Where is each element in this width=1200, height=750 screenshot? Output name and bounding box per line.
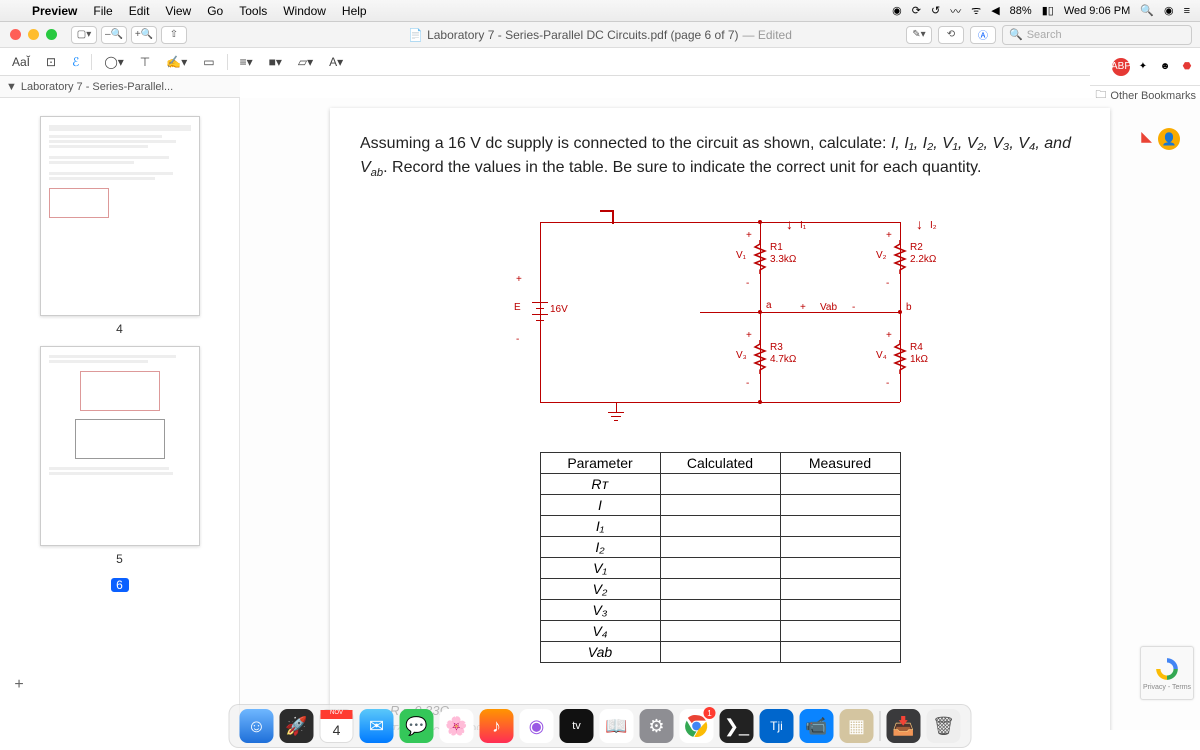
macos-dock: ☺ 🚀 NOV 4 ✉ 💬 🌸 ♪ ◉ tv 📖 ⚙ 1 ❯_ Tji 📹 ▦ …: [229, 704, 972, 748]
question-prompt: Assuming a 16 V dc supply is connected t…: [360, 132, 1080, 182]
search-icon: 🔍: [1009, 28, 1023, 41]
other-bookmarks[interactable]: 🗀 Other Bookmarks: [1095, 86, 1196, 105]
bookmark-flag-icon[interactable]: ◣: [1141, 128, 1152, 145]
spotlight-icon[interactable]: 🔍: [1140, 4, 1154, 17]
volume-icon[interactable]: ◀: [991, 4, 999, 17]
results-table: Parameter Calculated Measured Rᴛ I I₁ I₂…: [540, 452, 901, 663]
fill-tool[interactable]: ■▾: [265, 53, 286, 71]
text-style[interactable]: AaĬ: [8, 53, 34, 71]
battery-pct: 88%: [1010, 5, 1032, 17]
thumb-label-5: 5: [12, 552, 227, 566]
document-view[interactable]: Assuming a 16 V dc supply is connected t…: [240, 98, 1200, 730]
font-tool[interactable]: A▾: [325, 53, 347, 71]
dock-mail[interactable]: ✉: [360, 709, 394, 743]
doc-icon: 📄: [408, 28, 423, 42]
dock-finder[interactable]: ☺: [240, 709, 274, 743]
menu-go[interactable]: Go: [199, 4, 231, 18]
sign-tool[interactable]: ✍▾: [162, 53, 191, 71]
thumb-label-6: 6: [111, 578, 129, 592]
dock-teams[interactable]: Tji: [760, 709, 794, 743]
stroke-tool[interactable]: ▱▾: [294, 53, 317, 71]
text-tool[interactable]: ⊤: [136, 53, 154, 71]
dock-music[interactable]: ♪: [480, 709, 514, 743]
zoom-out[interactable]: –🔍: [101, 26, 127, 44]
page-thumb-5[interactable]: [40, 346, 200, 546]
add-page-button[interactable]: +: [10, 676, 28, 694]
recaptcha-badge[interactable]: Privacy - Terms: [1140, 646, 1194, 700]
dock-chrome[interactable]: 1: [680, 709, 714, 743]
col-parameter: Parameter: [540, 452, 660, 473]
dock-podcasts[interactable]: ◉: [520, 709, 554, 743]
folder-icon: 🗀: [1095, 86, 1106, 105]
notification-icon[interactable]: ≡: [1184, 5, 1190, 17]
page-thumb-4[interactable]: [40, 116, 200, 316]
thumbnail-sidebar[interactable]: 4 5 6: [0, 98, 240, 730]
wifi-icon[interactable]: ᯤ: [971, 3, 981, 18]
disclosure-icon[interactable]: ▼: [6, 81, 17, 93]
sidebar-toggle[interactable]: ▢▾: [71, 26, 97, 44]
macos-menubar: Preview File Edit View Go Tools Window H…: [0, 0, 1200, 22]
circuit-diagram: + E 16V - R1 3.3: [500, 202, 940, 422]
dock-settings[interactable]: ⚙: [640, 709, 674, 743]
thumb-label-4: 4: [12, 322, 227, 336]
search-placeholder: Search: [1027, 29, 1062, 41]
face-icon[interactable]: ☻: [1156, 58, 1174, 76]
share-button[interactable]: ⇧: [161, 26, 187, 44]
menu-view[interactable]: View: [157, 4, 199, 18]
pdf-page: Assuming a 16 V dc supply is connected t…: [330, 108, 1110, 730]
sync-icon[interactable]: ⟳: [912, 4, 921, 17]
markup-tool[interactable]: Ⓐ: [970, 26, 996, 44]
dock-tv[interactable]: tv: [560, 709, 594, 743]
lasso-tool[interactable]: ◯▾: [100, 53, 127, 71]
dock-multisim[interactable]: ▦: [840, 709, 874, 743]
menu-file[interactable]: File: [85, 4, 120, 18]
dock-launchpad[interactable]: 🚀: [280, 709, 314, 743]
window-title: Laboratory 7 - Series-Parallel DC Circui…: [427, 28, 738, 42]
zoom-in[interactable]: +🔍: [131, 26, 157, 44]
scribble-icon[interactable]: 〰: [950, 3, 961, 19]
timemachine-icon[interactable]: ↺: [931, 4, 940, 17]
dock-books[interactable]: 📖: [600, 709, 634, 743]
shield-icon[interactable]: ⬣: [1178, 58, 1196, 76]
close-window[interactable]: [10, 29, 21, 40]
col-calculated: Calculated: [660, 452, 780, 473]
camera-icon[interactable]: ◉: [892, 4, 902, 17]
sidebar-doc-title: Laboratory 7 - Series-Parallel...: [21, 81, 173, 93]
shapes-tool[interactable]: ▭: [199, 53, 218, 71]
selection-tool[interactable]: ⊡: [42, 53, 60, 71]
search-input[interactable]: 🔍 Search: [1002, 25, 1192, 45]
col-measured: Measured: [780, 452, 900, 473]
puzzle-icon[interactable]: ✦: [1134, 58, 1152, 76]
edited-indicator: — Edited: [743, 28, 792, 42]
rotate-tool[interactable]: ⟲: [938, 26, 964, 44]
markup-toolbar: AaĬ ⊡ ℰ ◯▾ ⊤ ✍▾ ▭ ≡▾ ■▾ ▱▾ A▾: [0, 48, 1200, 76]
app-name[interactable]: Preview: [24, 4, 85, 18]
siri-icon[interactable]: ◉: [1164, 4, 1174, 17]
dock-terminal[interactable]: ❯_: [720, 709, 754, 743]
profile-avatar[interactable]: 👤: [1158, 128, 1180, 150]
menu-window[interactable]: Window: [275, 4, 334, 18]
maximize-window[interactable]: [46, 29, 57, 40]
menu-edit[interactable]: Edit: [121, 4, 158, 18]
menu-tools[interactable]: Tools: [231, 4, 275, 18]
dock-photos[interactable]: 🌸: [440, 709, 474, 743]
sidebar-header[interactable]: ▼ Laboratory 7 - Series-Parallel...: [0, 76, 240, 98]
dock-trash[interactable]: 🗑: [927, 709, 961, 743]
window-titlebar: ▢▾ –🔍 +🔍 ⇧ 📄 Laboratory 7 - Series-Paral…: [0, 22, 1200, 48]
highlight-tool[interactable]: ✎▾: [906, 26, 932, 44]
browser-extensions: ABP ✦ ☻ ⬣: [1090, 48, 1200, 86]
abp-icon[interactable]: ABP: [1112, 58, 1130, 76]
dock-downloads[interactable]: 📥: [887, 709, 921, 743]
dock-zoom[interactable]: 📹: [800, 709, 834, 743]
battery-icon[interactable]: ▮▯: [1042, 4, 1054, 17]
minimize-window[interactable]: [28, 29, 39, 40]
menu-help[interactable]: Help: [334, 4, 375, 18]
dock-messages[interactable]: 💬: [400, 709, 434, 743]
list-tool[interactable]: ≡▾: [236, 53, 257, 71]
dock-calendar[interactable]: NOV 4: [320, 709, 354, 743]
clock[interactable]: Wed 9:06 PM: [1064, 5, 1130, 17]
sketch-tool[interactable]: ℰ: [68, 53, 83, 71]
